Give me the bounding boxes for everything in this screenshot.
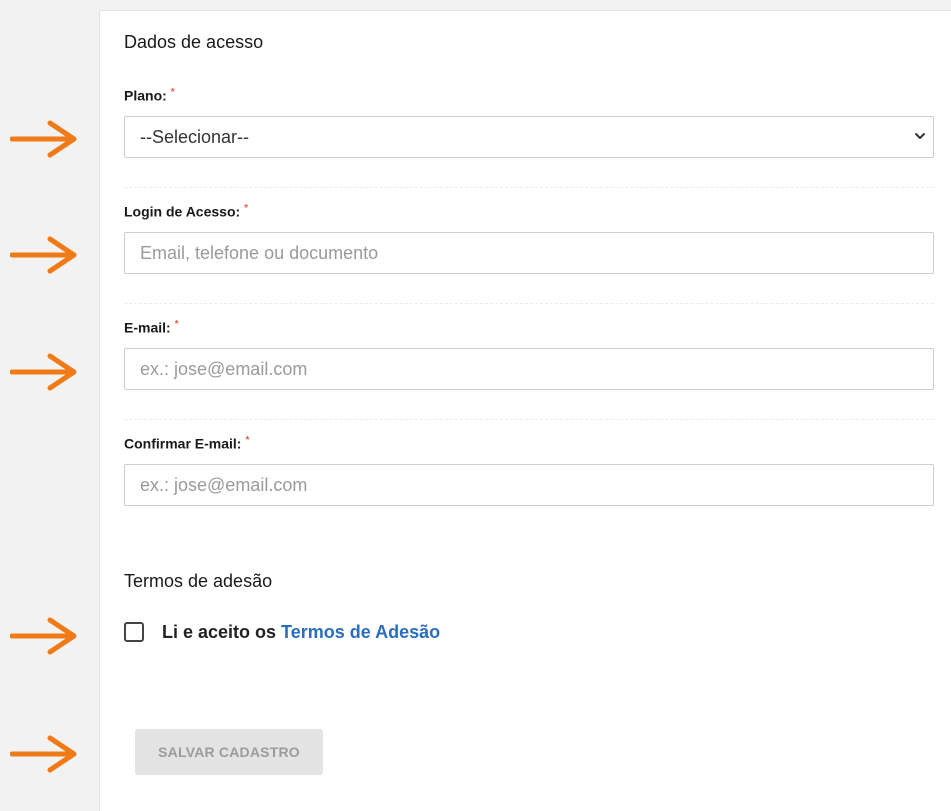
terms-link[interactable]: Termos de Adesão: [281, 622, 440, 642]
terms-agreement-prefix: Li e aceito os: [162, 622, 282, 642]
email-label-text: E-mail:: [124, 319, 171, 336]
required-marker: *: [174, 319, 179, 330]
confirm-email-input[interactable]: [125, 465, 933, 505]
login-label-text: Login de Acesso:: [124, 203, 241, 220]
plano-selected-value: --Selecionar--: [140, 127, 250, 147]
email-input[interactable]: [125, 349, 933, 389]
arrow-annotation-icon: [10, 735, 77, 773]
arrow-annotation-icon: [10, 353, 77, 391]
registration-form-panel: Dados de acesso Plano: * --Selecionar-- L…: [99, 10, 951, 811]
arrow-annotation-icon: [10, 236, 77, 274]
required-marker: *: [245, 435, 250, 446]
arrow-annotation-icon: [10, 617, 77, 655]
terms-agreement-text: Li e aceito os Termos de Adesão: [162, 622, 440, 643]
field-divider: [124, 419, 934, 420]
field-divider: [124, 303, 934, 304]
field-divider: [124, 187, 934, 188]
confirm-email-label: Confirmar E-mail: *: [124, 435, 249, 452]
login-field-wrapper: [124, 232, 934, 274]
required-marker: *: [170, 87, 175, 98]
plano-label: Plano: *: [124, 87, 175, 104]
access-section-title: Dados de acesso: [124, 32, 264, 52]
terms-checkbox[interactable]: [124, 622, 144, 642]
login-label: Login de Acesso: *: [124, 203, 248, 220]
email-label: E-mail: *: [124, 319, 179, 336]
email-field-wrapper: [124, 348, 934, 390]
required-marker: *: [244, 203, 249, 214]
confirm-email-field-wrapper: [124, 464, 934, 506]
plano-label-text: Plano:: [124, 87, 167, 104]
chevron-down-icon: [915, 133, 925, 139]
confirm-email-label-text: Confirmar E-mail:: [124, 435, 242, 452]
arrow-annotation-icon: [10, 120, 77, 158]
save-registration-button[interactable]: SALVAR CADASTRO: [135, 729, 323, 775]
plano-select[interactable]: --Selecionar--: [124, 116, 934, 158]
login-input[interactable]: [125, 233, 933, 273]
terms-section-title: Termos de adesão: [124, 571, 273, 591]
